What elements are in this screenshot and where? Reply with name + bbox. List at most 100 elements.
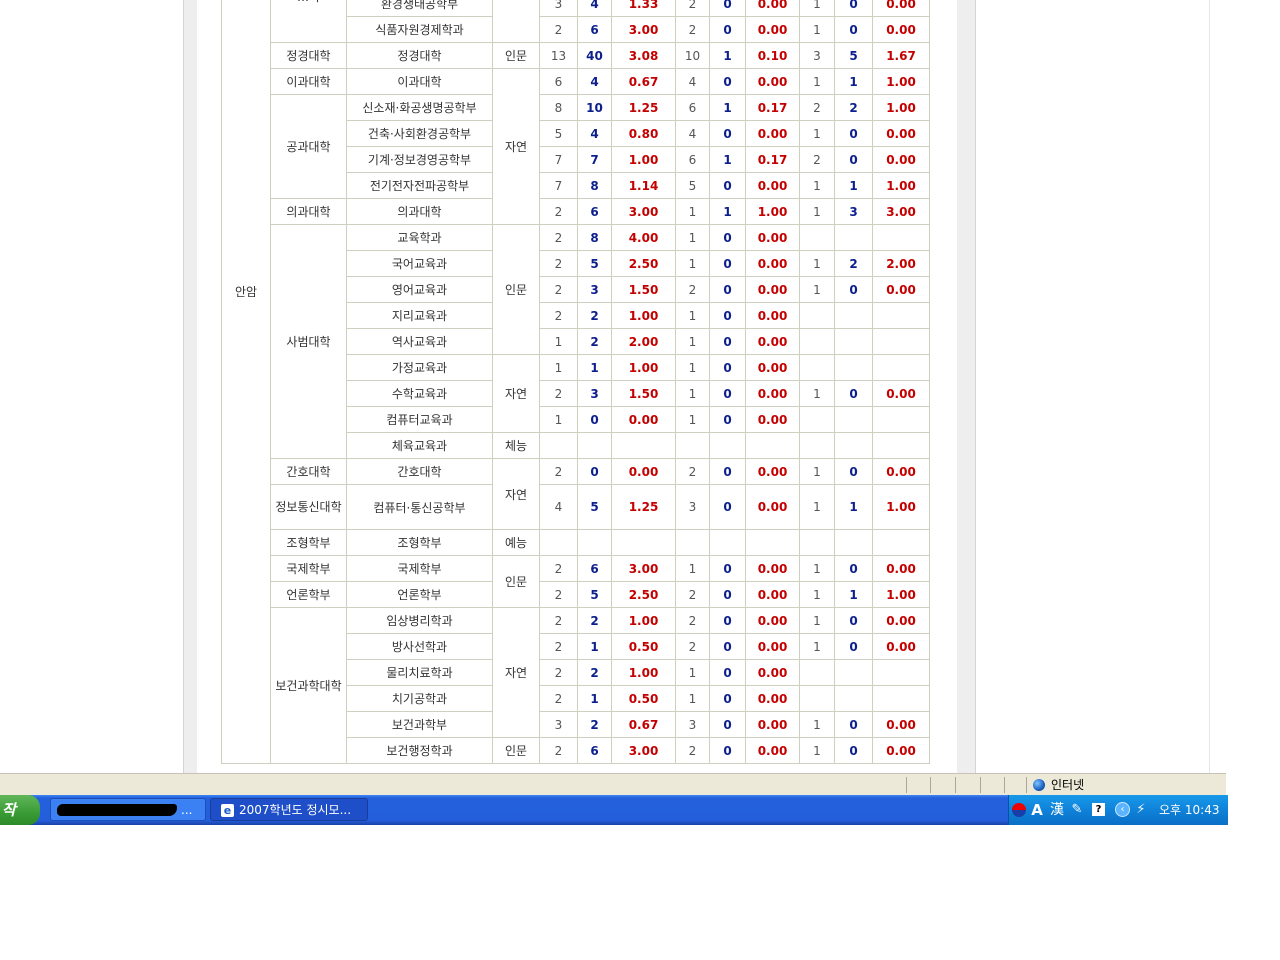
value-cell	[799, 328, 835, 355]
value-cell: 2	[577, 711, 612, 738]
value-cell: 0	[709, 458, 746, 485]
value-cell	[834, 224, 873, 251]
table-row: 조형학부 조형학부 예능	[222, 529, 930, 556]
vertical-scrollbar[interactable]: ▼	[1209, 0, 1210, 773]
department-cell: 간호대학	[346, 458, 493, 485]
value-cell: 0	[834, 711, 873, 738]
field-cell: 자연	[492, 68, 540, 225]
department-cell: 역사교육과	[346, 328, 493, 355]
value-cell: 0	[709, 737, 746, 764]
internet-explorer-icon: e	[221, 804, 234, 817]
value-cell: 1.00	[745, 198, 800, 225]
department-cell: 국어교육과	[346, 250, 493, 277]
value-cell: 0	[709, 224, 746, 251]
value-cell: 0.00	[872, 146, 930, 173]
value-cell: 5	[577, 250, 612, 277]
value-cell	[834, 685, 873, 712]
value-cell: 1	[577, 354, 612, 381]
department-cell: 컴퓨터교육과	[346, 406, 493, 433]
browser-viewport: 안암…학환경생태공학부341.33200.00100.00식품자원경제학과263…	[0, 0, 1210, 773]
ime-a-icon[interactable]: A	[1029, 802, 1045, 818]
value-cell	[872, 659, 930, 686]
value-cell	[834, 302, 873, 329]
system-tray: A 漢 ✎ ? ‹ ⚡ 오후 10:43	[1008, 795, 1228, 825]
value-cell: 0.00	[872, 555, 930, 582]
value-cell: 7	[539, 146, 578, 173]
table-row: 의과대학 의과대학 2 6 3.00 1 1 1.00 1 3 3.00	[222, 198, 930, 225]
value-cell	[799, 685, 835, 712]
value-cell: 0	[834, 737, 873, 764]
value-cell: 2	[539, 685, 578, 712]
value-cell: 0	[834, 633, 873, 660]
value-cell: 0	[577, 458, 612, 485]
value-cell	[872, 354, 930, 381]
value-cell: 2	[539, 198, 578, 225]
value-cell: 1	[675, 555, 710, 582]
value-cell	[799, 529, 835, 556]
value-cell: 1	[539, 406, 578, 433]
table-row: 언론학부 언론학부 2 5 2.50 2 0 0.00 1 1 1.00	[222, 581, 930, 608]
value-cell: 1.50	[611, 380, 676, 407]
value-cell: 7	[539, 172, 578, 199]
value-cell: 6	[577, 555, 612, 582]
college-cell: 이과대학	[270, 68, 347, 95]
start-button[interactable]: 작	[0, 795, 40, 825]
taskbar-clock[interactable]: 오후 10:43	[1159, 795, 1219, 825]
value-cell: 1	[799, 68, 835, 95]
value-cell: 0.00	[745, 120, 800, 147]
value-cell: 5	[577, 484, 612, 530]
network-icon[interactable]: ⚡	[1133, 802, 1149, 818]
value-cell: 0	[709, 484, 746, 530]
department-cell: 수학교육과	[346, 380, 493, 407]
department-cell: 임상병리학과	[346, 607, 493, 634]
college-cell: 언론학부	[270, 581, 347, 608]
value-cell: 0.00	[745, 250, 800, 277]
value-cell: 2	[539, 555, 578, 582]
value-cell: 0	[834, 607, 873, 634]
field-cell	[492, 0, 540, 43]
field-cell: 인문	[492, 42, 540, 69]
security-zone[interactable]: 인터넷	[1033, 777, 1084, 793]
value-cell: 4	[675, 68, 710, 95]
value-cell: 1	[799, 120, 835, 147]
value-cell: 0	[834, 120, 873, 147]
value-cell: 4	[577, 68, 612, 95]
ime-hanja-icon[interactable]: 漢	[1049, 802, 1065, 818]
value-cell: 0	[834, 458, 873, 485]
value-cell: 1.00	[611, 354, 676, 381]
value-cell	[675, 529, 710, 556]
value-cell	[799, 659, 835, 686]
college-cell: 조형학부	[270, 529, 347, 556]
value-cell	[745, 432, 800, 459]
department-cell: 체육교육과	[346, 432, 493, 459]
taskbar-window-button-1[interactable]: ...	[50, 798, 206, 821]
table-row: 이과대학 이과대학 자연 6 4 0.67 4 0 0.00 1 1 1.00	[222, 68, 930, 225]
college-cell: 보건과학대학	[270, 607, 347, 764]
taskbar-window-button-2[interactable]: e 2007학년도 정시모...	[210, 798, 368, 821]
ime-tool-icon[interactable]: ✎	[1069, 802, 1085, 818]
value-cell: 1.00	[611, 607, 676, 634]
value-cell: 1	[577, 633, 612, 660]
ime-circle-icon[interactable]	[1012, 803, 1026, 817]
help-icon[interactable]: ?	[1092, 803, 1105, 816]
value-cell: 1.00	[872, 172, 930, 199]
tray-expand-icon[interactable]: ‹	[1115, 802, 1130, 817]
value-cell: 2	[539, 659, 578, 686]
value-cell: 0.00	[872, 633, 930, 660]
value-cell: 3	[675, 484, 710, 530]
department-cell: 영어교육과	[346, 276, 493, 303]
value-cell: 2	[539, 737, 578, 764]
value-cell: 1	[799, 484, 835, 530]
value-cell: 0.00	[745, 458, 800, 485]
department-cell: 언론학부	[346, 581, 493, 608]
value-cell: 0.00	[745, 0, 800, 17]
value-cell: 1	[577, 685, 612, 712]
value-cell: 1	[675, 224, 710, 251]
value-cell: 4	[577, 120, 612, 147]
value-cell: 0.50	[611, 685, 676, 712]
value-cell: 8	[577, 224, 612, 251]
value-cell: 0.67	[611, 711, 676, 738]
value-cell: 5	[577, 581, 612, 608]
status-divider	[955, 777, 956, 793]
value-cell: 0.00	[745, 737, 800, 764]
